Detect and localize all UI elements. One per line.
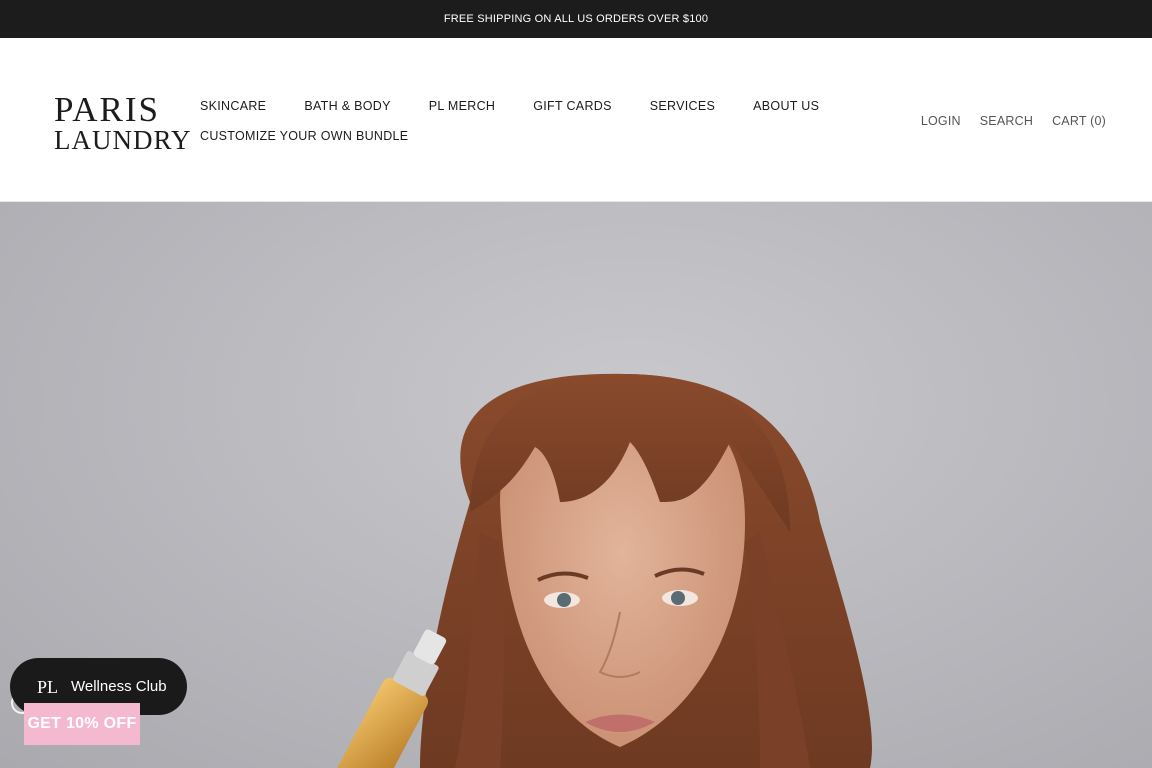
discount-button[interactable]: GET 10% OFF <box>24 703 140 745</box>
discount-label: GET 10% OFF <box>27 715 137 732</box>
logo-line-2: LAUNDRY <box>54 125 192 155</box>
nav-item-pl-merch[interactable]: PL MERCH <box>429 99 496 113</box>
pl-logo-icon: PL <box>37 676 59 697</box>
cart-link[interactable]: CART (0) <box>1052 114 1106 128</box>
main-nav: SKINCARE BATH & BODY PL MERCH GIFT CARDS… <box>200 97 840 145</box>
nav-item-gift-cards[interactable]: GIFT CARDS <box>533 99 611 113</box>
nav-item-bath-body[interactable]: BATH & BODY <box>304 99 390 113</box>
nav-item-skincare[interactable]: SKINCARE <box>200 99 266 113</box>
main-nav-row-1: SKINCARE BATH & BODY PL MERCH GIFT CARDS… <box>200 97 840 115</box>
nav-item-about-us[interactable]: ABOUT US <box>753 99 819 113</box>
announcement-text: FREE SHIPPING ON ALL US ORDERS OVER $100 <box>443 13 709 25</box>
nav-item-customize-bundle[interactable]: CUSTOMIZE YOUR OWN BUNDLE <box>200 129 408 143</box>
search-link[interactable]: SEARCH <box>980 114 1033 128</box>
nav-item-services[interactable]: SERVICES <box>650 99 715 113</box>
logo-line-1: PARIS <box>54 90 160 129</box>
login-link[interactable]: LOGIN <box>921 114 961 128</box>
header-actions: LOGIN SEARCH CART (0) <box>921 114 1106 128</box>
site-header: PARIS LAUNDRY SKINCARE BATH & BODY PL ME… <box>0 38 1152 202</box>
main-nav-row-2: CUSTOMIZE YOUR OWN BUNDLE <box>200 127 840 145</box>
brand-logo[interactable]: PARIS LAUNDRY <box>54 90 192 155</box>
wellness-club-label: Wellness Club <box>71 678 167 695</box>
announcement-bar: FREE SHIPPING ON ALL US ORDERS OVER $100 <box>0 0 1152 38</box>
